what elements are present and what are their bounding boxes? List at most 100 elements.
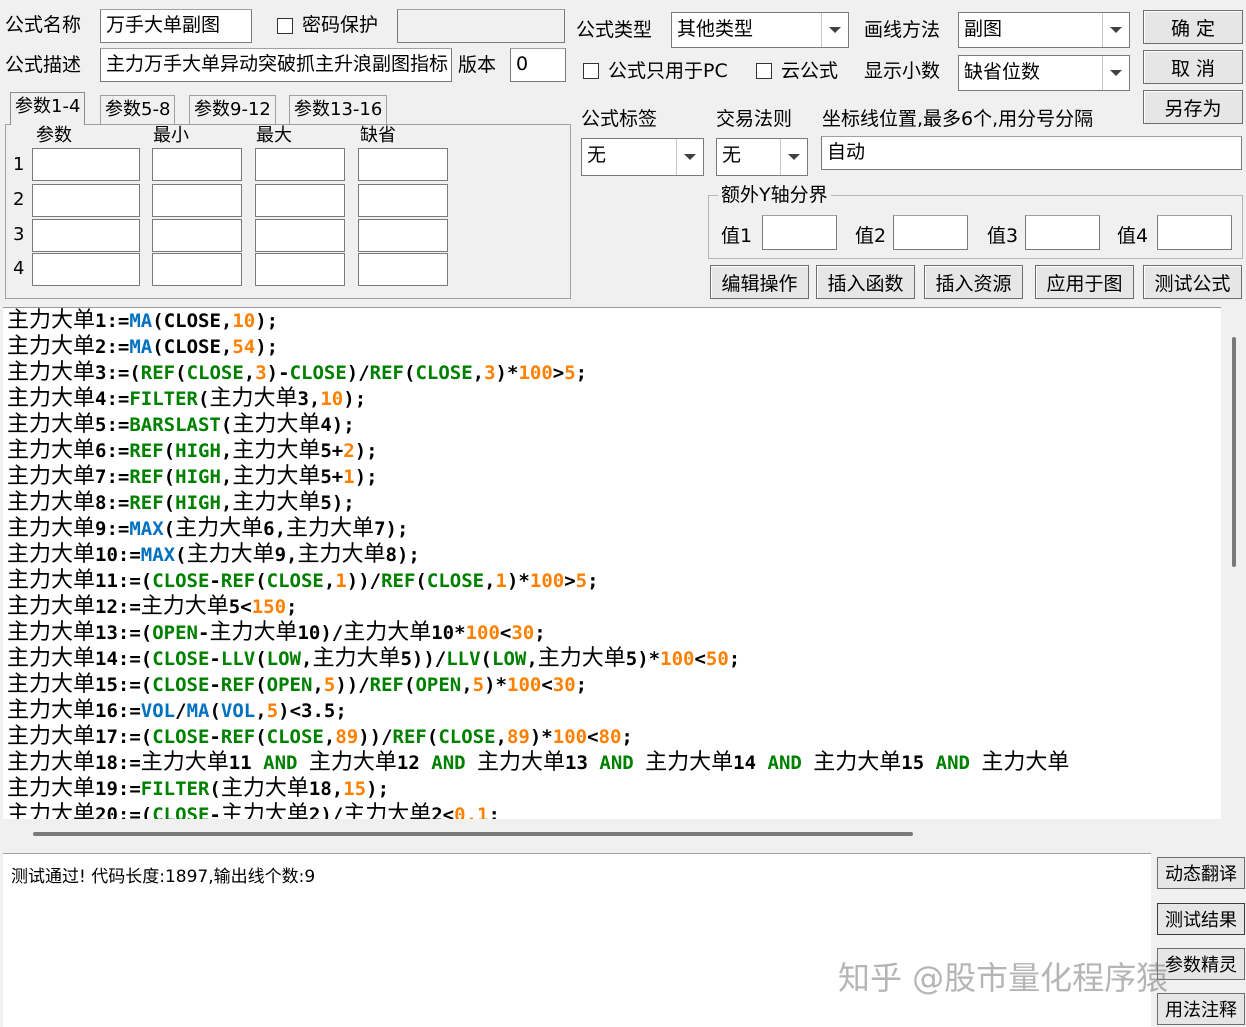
- code-token: 主力大单: [7, 802, 96, 820]
- code-line[interactable]: 主力大单15:=(CLOSE-REF(OPEN,5))/REF(OPEN,5)*…: [3, 672, 1221, 698]
- code-line[interactable]: 主力大单14:=(CLOSE-LLV(LOW,主力大单5))/LLV(LOW,主…: [3, 646, 1221, 672]
- val1-input[interactable]: [762, 215, 837, 250]
- param-cell[interactable]: [152, 148, 242, 181]
- param-cell[interactable]: [152, 219, 242, 252]
- decimals-value: 缺省位数: [964, 61, 1041, 83]
- cloud-checkbox[interactable]: [756, 63, 772, 79]
- param-cell[interactable]: [358, 253, 448, 286]
- code-line[interactable]: 主力大单6:=REF(HIGH,主力大单5+2);: [3, 438, 1221, 464]
- scroll-thumb[interactable]: [33, 832, 913, 836]
- formula-type-select[interactable]: 其他类型: [671, 12, 849, 48]
- edit-ops-button[interactable]: 编辑操作: [710, 265, 809, 299]
- chevron-down-icon[interactable]: [1102, 13, 1129, 47]
- horizontal-scrollbar[interactable]: [3, 819, 1221, 847]
- code-line[interactable]: 主力大单12:=主力大单5<150;: [3, 594, 1221, 620]
- code-line[interactable]: 主力大单7:=REF(HIGH,主力大单5+1);: [3, 464, 1221, 490]
- tab-params-1-4[interactable]: 参数1-4: [10, 92, 86, 125]
- trade-rule-select[interactable]: 无: [716, 138, 808, 176]
- code-token: REF: [220, 570, 256, 592]
- code-token: FILTER: [129, 388, 198, 410]
- code-token: ,: [220, 492, 233, 514]
- cloud-label: 云公式: [781, 60, 839, 82]
- param-cell[interactable]: [32, 184, 140, 217]
- param-cell[interactable]: [358, 184, 448, 217]
- code-line[interactable]: 主力大单13:=(OPEN-主力大单10)/主力大单10*100<30;: [3, 620, 1221, 646]
- vertical-scrollbar[interactable]: [1221, 307, 1246, 819]
- draw-method-select[interactable]: 副图: [958, 12, 1130, 48]
- test-result-button[interactable]: 测试结果: [1157, 903, 1245, 935]
- apply-chart-button[interactable]: 应用于图: [1035, 265, 1134, 299]
- tab-params-5-8[interactable]: 参数5-8: [100, 95, 176, 124]
- param-cell[interactable]: [152, 184, 242, 217]
- code-token: 主力大单: [7, 464, 96, 489]
- code-line[interactable]: 主力大单3:=(REF(CLOSE,3)-CLOSE)/REF(CLOSE,3)…: [3, 360, 1221, 386]
- version-label: 版本: [458, 54, 497, 76]
- param-cell[interactable]: [358, 219, 448, 252]
- chevron-down-icon[interactable]: [1102, 56, 1129, 90]
- ok-button[interactable]: 确 定: [1143, 10, 1243, 44]
- password-input[interactable]: [397, 9, 565, 43]
- code-editor[interactable]: 主力大单1:=MA(CLOSE,10); 主力大单2:=MA(CLOSE,54);…: [3, 307, 1221, 820]
- param-cell[interactable]: [358, 148, 448, 181]
- cancel-button[interactable]: 取 消: [1143, 50, 1243, 84]
- param-cell[interactable]: [255, 253, 345, 286]
- val4-input[interactable]: [1157, 215, 1232, 250]
- password-checkbox[interactable]: [277, 18, 293, 34]
- param-cell[interactable]: [255, 148, 345, 181]
- val3-input[interactable]: [1025, 215, 1100, 250]
- code-line[interactable]: 主力大单11:=(CLOSE-REF(CLOSE,1))/REF(CLOSE,1…: [3, 568, 1221, 594]
- param-cell[interactable]: [32, 219, 140, 252]
- code-line[interactable]: 主力大单4:=FILTER(主力大单3,10);: [3, 386, 1221, 412]
- code-line[interactable]: 主力大单19:=FILTER(主力大单18,15);: [3, 776, 1221, 802]
- code-token: ;: [534, 622, 546, 644]
- code-token: 14:=(: [95, 648, 153, 670]
- formula-name-input[interactable]: 万手大单副图: [100, 9, 252, 43]
- code-token: -: [209, 648, 221, 670]
- val2-input[interactable]: [893, 215, 968, 250]
- code-token: );: [385, 518, 409, 540]
- code-token: ,: [255, 700, 267, 722]
- version-input[interactable]: 0: [510, 48, 566, 82]
- pc-only-checkbox[interactable]: [583, 63, 599, 79]
- code-token: 100: [552, 726, 588, 748]
- code-token: MA: [129, 310, 153, 332]
- chevron-down-icon[interactable]: [676, 139, 703, 175]
- decimals-select[interactable]: 缺省位数: [958, 55, 1130, 91]
- code-token: )/: [346, 362, 370, 384]
- formula-desc-input[interactable]: 主力万手大单异动突破抓主升浪副图指标: [100, 48, 452, 82]
- code-token: MAX: [129, 518, 164, 540]
- code-line[interactable]: 主力大单1:=MA(CLOSE,10);: [3, 308, 1221, 334]
- save-as-button[interactable]: 另存为: [1143, 90, 1243, 124]
- tab-params-13-16[interactable]: 参数13-16: [289, 95, 388, 124]
- param-cell[interactable]: [255, 219, 345, 252]
- code-token: 5))/: [400, 648, 447, 670]
- usage-notes-button[interactable]: 用法注释: [1157, 993, 1245, 1025]
- param-cell[interactable]: [152, 253, 242, 286]
- code-line[interactable]: 主力大单2:=MA(CLOSE,54);: [3, 334, 1221, 360]
- insert-resource-button[interactable]: 插入资源: [924, 265, 1023, 299]
- code-line[interactable]: 主力大单5:=BARSLAST(主力大单4);: [3, 412, 1221, 438]
- tag-select[interactable]: 无: [581, 138, 704, 176]
- code-token: (: [255, 674, 267, 696]
- code-line[interactable]: 主力大单10:=MAX(主力大单9,主力大单8);: [3, 542, 1221, 568]
- code-line[interactable]: 主力大单20:=(CLOSE-主力大单2)/主力大单2<0.1;: [3, 802, 1221, 820]
- chevron-down-icon[interactable]: [821, 13, 848, 47]
- param-cell[interactable]: [255, 184, 345, 217]
- tab-params-9-12[interactable]: 参数9-12: [189, 95, 276, 124]
- param-cell[interactable]: [32, 253, 140, 286]
- code-line[interactable]: 主力大单17:=(CLOSE-REF(CLOSE,89))/REF(CLOSE,…: [3, 724, 1221, 750]
- dynamic-translate-button[interactable]: 动态翻译: [1157, 857, 1245, 889]
- param-cell[interactable]: [32, 148, 140, 181]
- code-line[interactable]: 主力大单16:=VOL/MA(VOL,5)<3.5;: [3, 698, 1221, 724]
- code-line[interactable]: 主力大单9:=MAX(主力大单6,主力大单7);: [3, 516, 1221, 542]
- code-token: 11: [228, 752, 264, 774]
- axis-input[interactable]: 自动: [821, 136, 1242, 170]
- code-line[interactable]: 主力大单8:=REF(HIGH,主力大单5);: [3, 490, 1221, 516]
- test-formula-button[interactable]: 测试公式: [1143, 265, 1242, 299]
- insert-func-button[interactable]: 插入函数: [816, 265, 915, 299]
- param-wizard-button[interactable]: 参数精灵: [1157, 948, 1245, 980]
- code-token: ,: [323, 570, 336, 592]
- chevron-down-icon[interactable]: [780, 139, 807, 175]
- code-line[interactable]: 主力大单18:=主力大单11 AND 主力大单12 AND 主力大单13 AND…: [3, 750, 1221, 776]
- scroll-thumb[interactable]: [1232, 337, 1236, 567]
